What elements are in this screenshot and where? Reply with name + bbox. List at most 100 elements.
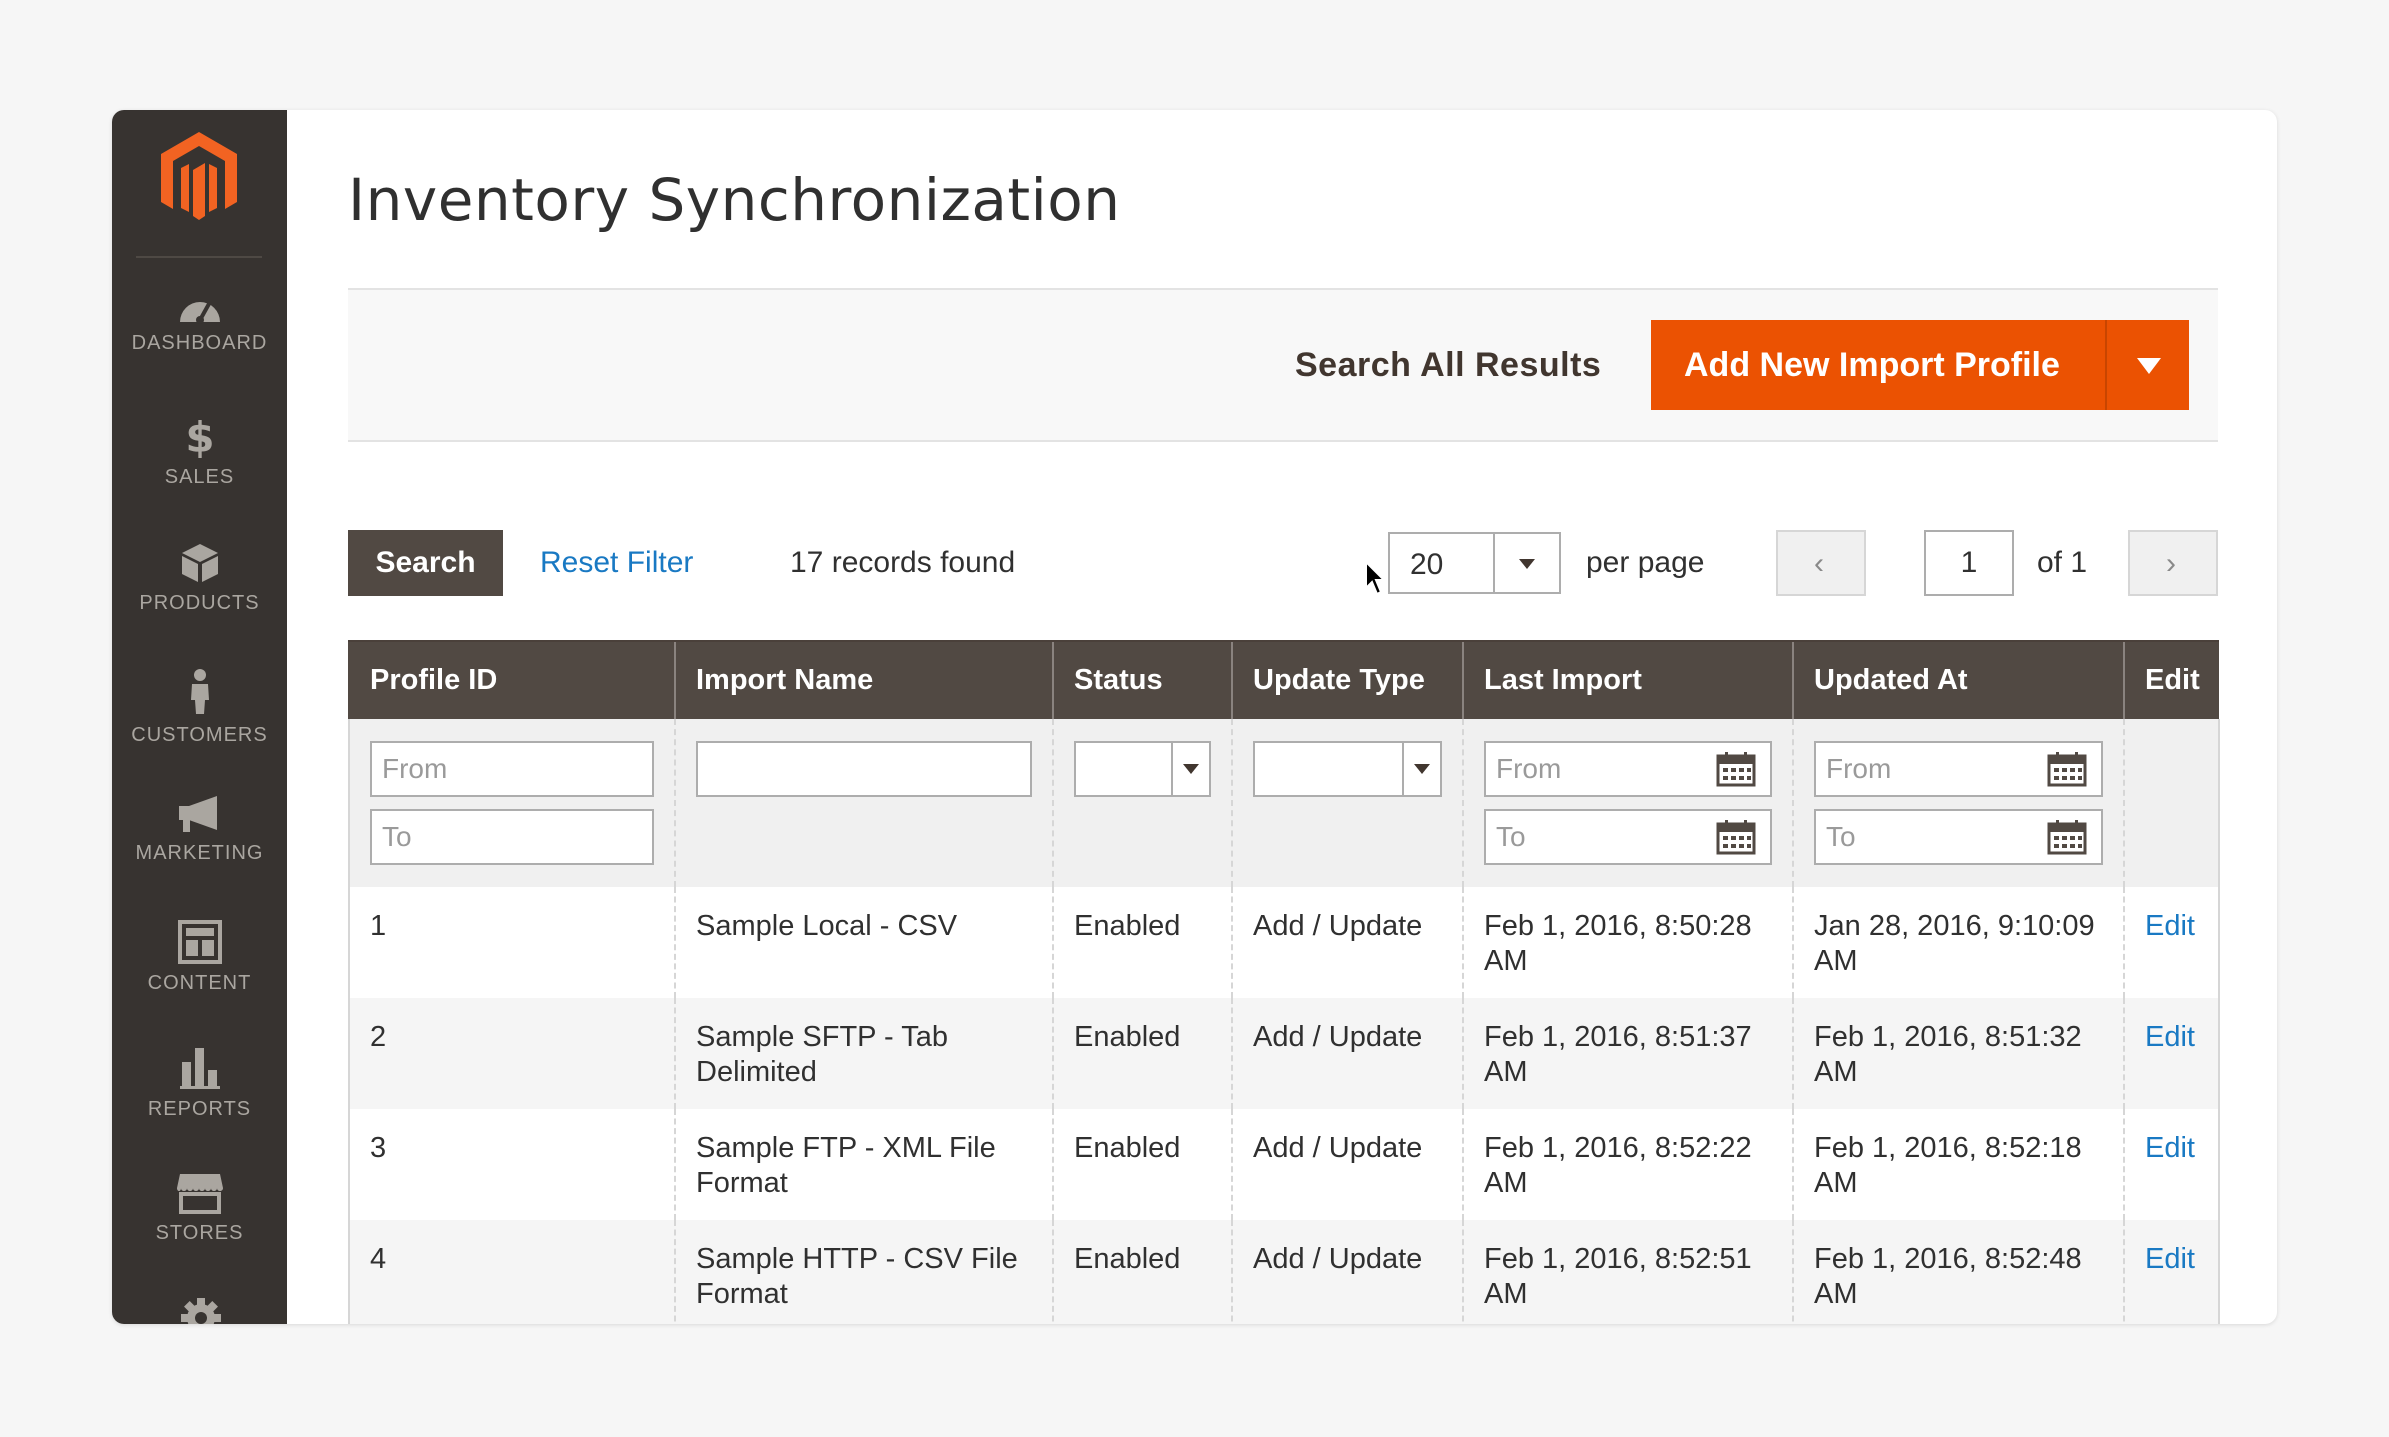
cell-updated-at: Feb 1, 2016, 8:52:48 AM — [1792, 1220, 2124, 1324]
calendar-icon[interactable] — [1716, 819, 1756, 855]
last-import-to-field — [1484, 809, 1772, 865]
import-profiles-grid: Profile ID Import Name Status Update Typ… — [348, 640, 2220, 1324]
filter-cell-last-import — [1462, 719, 1793, 887]
cell-updated-at: Feb 1, 2016, 8:51:32 AM — [1792, 998, 2124, 1109]
caret-down-icon — [1414, 764, 1430, 774]
megaphone-icon — [178, 796, 217, 832]
records-count: 17 records found — [790, 546, 1016, 579]
cell-import-name: Sample SFTP - Tab Delimited — [674, 998, 1053, 1109]
chevron-right-icon: › — [2166, 547, 2176, 580]
layout-icon — [177, 920, 222, 964]
table-row[interactable]: 1 Sample Local - CSV Enabled Add / Updat… — [348, 887, 2220, 998]
per-page-value: 20 — [1410, 548, 1444, 581]
chevron-left-icon: ‹ — [1814, 547, 1824, 580]
cell-edit: Edit — [2123, 1220, 2220, 1324]
cell-import-name: Sample HTTP - CSV File Format — [674, 1220, 1053, 1324]
sidebar-item-stores[interactable]: STORES — [112, 1162, 287, 1267]
main-content: Inventory Synchronization Search All Res… — [287, 110, 2277, 1324]
column-header-edit: Edit — [2123, 640, 2219, 719]
reset-filter-link[interactable]: Reset Filter — [540, 546, 693, 580]
svg-text:$: $ — [185, 416, 214, 458]
column-header-import-name[interactable]: Import Name — [674, 640, 1053, 719]
sidebar-item-label: SALES — [164, 466, 235, 488]
updated-at-from-field — [1814, 741, 2103, 797]
cell-profile-id: 3 — [348, 1109, 675, 1220]
magento-logo[interactable] — [157, 130, 241, 226]
caret-down-icon — [1183, 764, 1199, 774]
page-number-input[interactable] — [1924, 530, 2014, 596]
column-header-profile-id[interactable]: Profile ID — [348, 640, 675, 719]
cell-edit: Edit — [2123, 998, 2220, 1109]
edit-link[interactable]: Edit — [2145, 910, 2195, 942]
sidebar-item-dashboard[interactable]: DASHBOARD — [112, 280, 287, 385]
sidebar-item-products[interactable]: PRODUCTS — [112, 532, 287, 637]
sidebar-item-label: PRODUCTS — [139, 592, 260, 614]
add-new-dropdown-toggle[interactable] — [2105, 320, 2189, 410]
profile-id-to-input[interactable] — [370, 809, 654, 865]
sidebar-item-reports[interactable]: REPORTS — [112, 1036, 287, 1141]
gear-icon[interactable] — [179, 1296, 223, 1324]
update-type-dropdown-button[interactable] — [1402, 743, 1440, 795]
cell-import-name: Sample FTP - XML File Format — [674, 1109, 1053, 1220]
add-new-import-profile-button[interactable]: Add New Import Profile — [1651, 320, 2189, 410]
sidebar: DASHBOARD $ SALES PRODUCTS CUSTOMERS MAR… — [112, 110, 287, 1324]
table-row[interactable]: 2 Sample SFTP - Tab Delimited Enabled Ad… — [348, 998, 2220, 1109]
update-type-filter-select[interactable] — [1253, 741, 1442, 797]
caret-down-icon — [1519, 559, 1535, 569]
column-header-updated-at[interactable]: Updated At — [1792, 640, 2124, 719]
table-row[interactable]: 3 Sample FTP - XML File Format Enabled A… — [348, 1109, 2220, 1220]
dollar-icon: $ — [185, 416, 214, 458]
cell-status: Enabled — [1052, 1109, 1232, 1220]
status-dropdown-button[interactable] — [1171, 743, 1209, 795]
edit-link[interactable]: Edit — [2145, 1243, 2195, 1275]
cell-updated-at: Jan 28, 2016, 9:10:09 AM — [1792, 887, 2124, 998]
page-actions-bar: Search All Results Add New Import Profil… — [348, 288, 2218, 442]
edit-link[interactable]: Edit — [2145, 1021, 2195, 1053]
search-button[interactable]: Search — [348, 530, 503, 596]
add-new-label: Add New Import Profile — [1684, 346, 2060, 384]
cell-last-import: Feb 1, 2016, 8:51:37 AM — [1462, 998, 1793, 1109]
cell-profile-id: 2 — [348, 998, 675, 1109]
sidebar-item-customers[interactable]: CUSTOMERS — [112, 658, 287, 763]
admin-window: DASHBOARD $ SALES PRODUCTS CUSTOMERS MAR… — [112, 110, 2277, 1324]
edit-link[interactable]: Edit — [2145, 1132, 2195, 1164]
sidebar-item-label: MARKETING — [135, 842, 264, 864]
filter-cell-status — [1052, 719, 1232, 887]
cell-edit: Edit — [2123, 1109, 2220, 1220]
column-header-status[interactable]: Status — [1052, 640, 1232, 719]
cell-import-name: Sample Local - CSV — [674, 887, 1053, 998]
cell-last-import: Feb 1, 2016, 8:52:22 AM — [1462, 1109, 1793, 1220]
filter-row — [348, 719, 2220, 887]
cell-update-type: Add / Update — [1231, 1109, 1463, 1220]
per-page-dropdown-button[interactable] — [1493, 534, 1559, 592]
column-header-update-type[interactable]: Update Type — [1231, 640, 1463, 719]
box-icon — [181, 544, 218, 582]
per-page-label: per page — [1586, 546, 1705, 579]
import-name-filter-input[interactable] — [696, 741, 1032, 797]
calendar-icon[interactable] — [2047, 819, 2087, 855]
sidebar-item-sales[interactable]: $ SALES — [112, 406, 287, 511]
cell-last-import: Feb 1, 2016, 8:50:28 AM — [1462, 887, 1793, 998]
cell-status: Enabled — [1052, 1220, 1232, 1324]
profile-id-from-input[interactable] — [370, 741, 654, 797]
calendar-icon[interactable] — [2047, 751, 2087, 787]
status-filter-select[interactable] — [1074, 741, 1211, 797]
calendar-icon[interactable] — [1716, 751, 1756, 787]
cell-update-type: Add / Update — [1231, 887, 1463, 998]
sidebar-item-label: STORES — [155, 1222, 244, 1244]
sidebar-item-content[interactable]: CONTENT — [112, 910, 287, 1015]
sidebar-item-label: CONTENT — [147, 972, 252, 994]
total-pages: of 1 — [2037, 546, 2088, 579]
cell-updated-at: Feb 1, 2016, 8:52:18 AM — [1792, 1109, 2124, 1220]
grid-header-row: Profile ID Import Name Status Update Typ… — [348, 640, 2219, 719]
search-all-results[interactable]: Search All Results — [1295, 346, 1601, 385]
dashboard-icon — [179, 301, 220, 324]
table-row[interactable]: 4 Sample HTTP - CSV File Format Enabled … — [348, 1220, 2220, 1324]
sidebar-item-marketing[interactable]: MARKETING — [112, 784, 287, 889]
per-page-select[interactable]: 20 — [1388, 532, 1561, 594]
column-header-last-import[interactable]: Last Import — [1462, 640, 1793, 719]
filter-cell-import-name — [674, 719, 1053, 887]
next-page-button[interactable]: › — [2128, 530, 2218, 596]
prev-page-button[interactable]: ‹ — [1776, 530, 1866, 596]
cell-update-type: Add / Update — [1231, 1220, 1463, 1324]
